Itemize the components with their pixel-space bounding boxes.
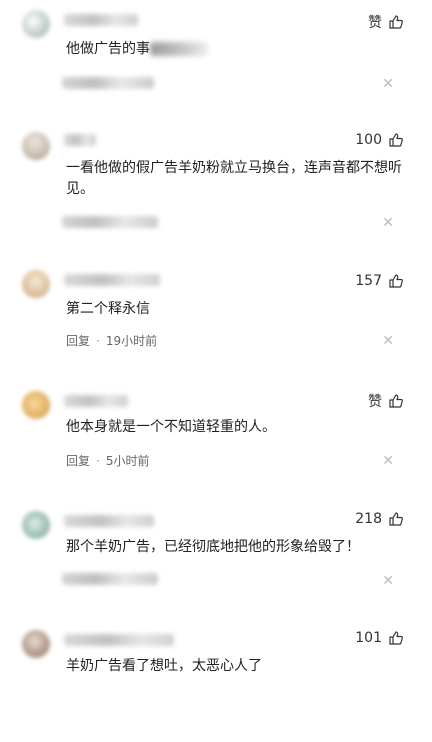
blurred-meta (62, 216, 158, 228)
like-button[interactable]: 100 (355, 132, 404, 148)
username[interactable] (64, 134, 96, 146)
username[interactable] (64, 14, 138, 26)
close-icon[interactable]: ✕ (382, 216, 394, 230)
avatar[interactable] (22, 270, 50, 298)
comment-text: 他做广告的事 (66, 39, 406, 60)
avatar[interactable] (22, 511, 50, 539)
thumb-up-icon (389, 394, 403, 408)
like-count: 100 (355, 132, 382, 148)
avatar[interactable] (22, 132, 50, 160)
like-button[interactable]: 赞 (368, 12, 404, 32)
comment-text: 羊奶广告看了想吐，太恶心人了 (66, 658, 262, 674)
comment-text: 那个羊奶广告，已经彻底地把他的形象给毁了！ (66, 539, 360, 555)
comment-text: 第二个释永信 (66, 301, 150, 317)
like-count: 赞 (368, 15, 382, 31)
comment-item: 157 第二个释永信 回复 · 19小时前 ✕ (0, 262, 432, 382)
timestamp: 19小时前 (105, 334, 158, 348)
username[interactable] (64, 634, 174, 646)
separator-dot: · (96, 333, 100, 348)
thumb-up-icon (389, 274, 403, 288)
username[interactable] (64, 515, 154, 527)
like-count: 101 (355, 630, 382, 646)
thumb-up-icon (389, 15, 403, 29)
username[interactable] (64, 395, 128, 407)
username[interactable] (64, 274, 160, 286)
comment-meta: 回复 · 5小时前 (66, 452, 149, 469)
avatar[interactable] (22, 10, 50, 38)
comment-item: 101 羊奶广告看了想吐，太恶心人了 (0, 622, 432, 742)
thumb-up-icon (389, 631, 403, 645)
reply-button[interactable]: 回复 (66, 452, 90, 469)
comment-meta: 回复 · 19小时前 (66, 332, 157, 349)
thumb-up-icon (389, 512, 403, 526)
close-icon[interactable]: ✕ (382, 77, 394, 91)
like-button[interactable]: 101 (355, 630, 404, 646)
close-icon[interactable]: ✕ (382, 574, 394, 588)
reply-button[interactable]: 回复 (66, 332, 90, 349)
like-button[interactable]: 157 (355, 273, 404, 289)
like-button[interactable]: 赞 (368, 391, 404, 411)
comment-item: 赞 他本身就是一个不知道轻重的人。 回复 · 5小时前 ✕ (0, 383, 432, 503)
timestamp: 5小时前 (105, 454, 150, 468)
like-count: 赞 (368, 394, 382, 410)
like-count: 157 (355, 273, 382, 289)
avatar[interactable] (22, 391, 50, 419)
comment-text: 他本身就是一个不知道轻重的人。 (66, 419, 276, 435)
comment-item: 赞 他做广告的事 ✕ (0, 0, 432, 120)
close-icon[interactable]: ✕ (382, 454, 394, 468)
thumb-up-icon (389, 133, 403, 147)
comment-item: 218 那个羊奶广告，已经彻底地把他的形象给毁了！ ✕ (0, 503, 432, 623)
like-button[interactable]: 218 (355, 511, 404, 527)
close-icon[interactable]: ✕ (382, 334, 394, 348)
comment-item: 100 一看他做的假广告羊奶粉就立马换台，连声音都不想听见。 ✕ (0, 120, 432, 240)
blurred-meta (62, 573, 158, 585)
avatar[interactable] (22, 630, 50, 658)
separator-dot: · (96, 453, 100, 468)
comment-text: 一看他做的假广告羊奶粉就立马换台，连声音都不想听见。 (66, 160, 402, 197)
blurred-meta (62, 77, 154, 89)
like-count: 218 (355, 511, 382, 527)
blurred-text (150, 42, 208, 56)
